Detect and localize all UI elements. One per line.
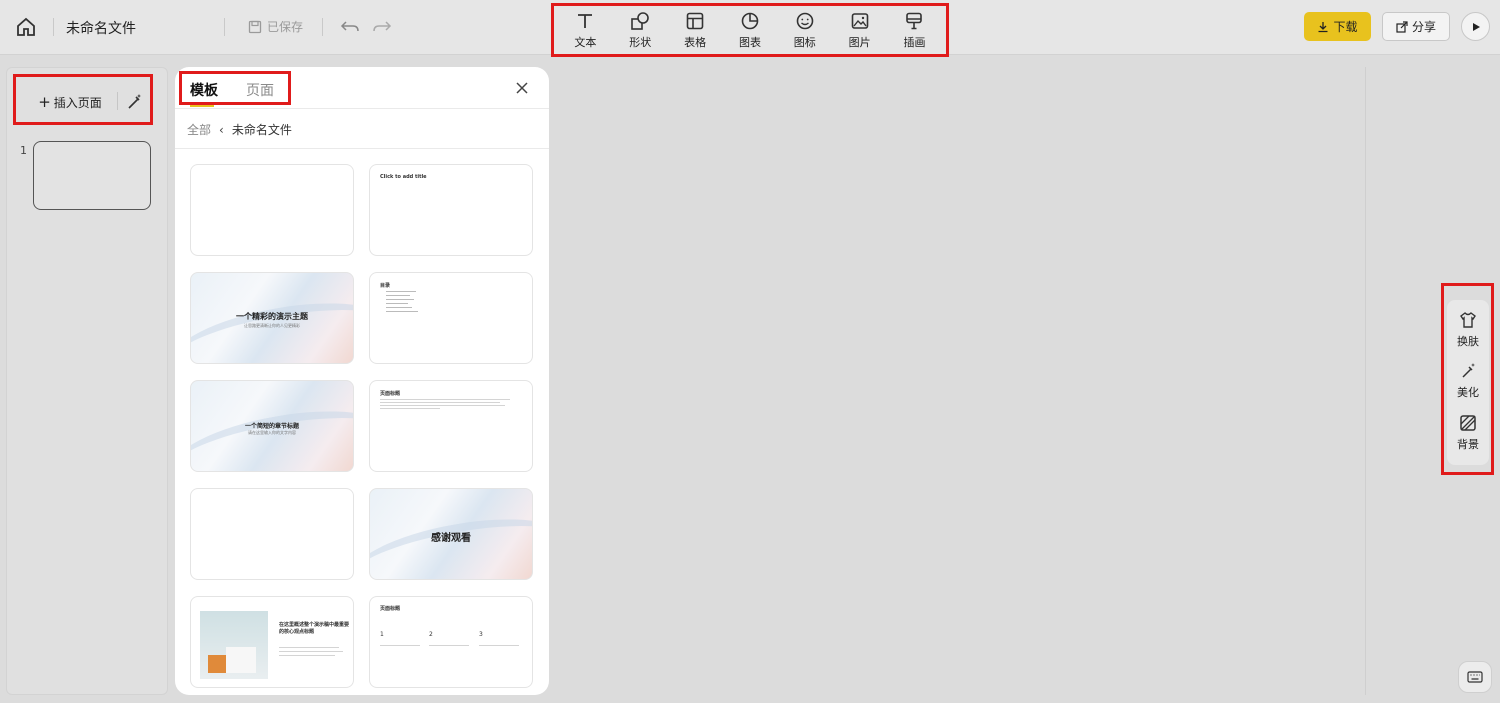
redo-icon[interactable] [372,15,392,37]
shape-icon [631,11,650,30]
shape-tool-button[interactable]: 形状 [616,11,664,50]
card-title: Click to add title [380,174,427,180]
tool-label: 表格 [684,35,707,49]
card-title: 一个简短的章节标题 [244,423,299,430]
beautify-button[interactable]: 美化 [1447,362,1489,400]
card-title: 页面标题 [380,391,401,397]
chart-icon [741,12,759,29]
keyboard-icon [1467,671,1483,683]
background-icon [1460,415,1476,431]
canvas-edge [1365,67,1366,695]
insert-toolbar: 文本 形状 表格 图表 图标 图片 插画 [551,3,949,57]
divider [175,148,549,149]
illustration-tool-button[interactable]: 插画 [890,11,938,50]
share-button[interactable]: 分享 [1382,12,1450,41]
card-title: 页面标题 [380,606,401,612]
text-icon [578,13,593,28]
insert-page-button[interactable]: + 插入页面 [25,88,115,116]
icon-tool-button[interactable]: 图标 [781,11,829,50]
illustration-icon [906,12,923,29]
card-title: 一个精彩的演示主题 [236,312,308,321]
breadcrumb: 全部 ‹ 未命名文件 [187,121,292,138]
template-card-content[interactable]: 页面标题 [369,380,533,472]
theme-label: 换肤 [1457,335,1479,348]
home-icon[interactable] [14,16,38,38]
chart-tool-button[interactable]: 图表 [726,11,774,50]
divider [224,18,225,36]
beautify-label: 美化 [1457,386,1479,399]
table-icon [686,12,704,29]
breadcrumb-current: 未命名文件 [231,123,292,137]
undo-icon[interactable] [340,15,360,37]
template-card-section[interactable]: 一个简短的章节标题 请在这里输入你的文字内容 [190,380,354,472]
breadcrumb-root[interactable]: 全部 [187,121,211,138]
download-label: 下载 [1333,20,1358,34]
document-title[interactable]: 未命名文件 [66,18,136,38]
chevron-left-icon: ‹ [219,122,224,137]
card-title: 感谢观看 [431,533,471,544]
tab-templates[interactable]: 模板 [190,80,218,100]
keyboard-shortcuts-button[interactable] [1458,661,1492,693]
theme-button[interactable]: 换肤 [1447,311,1489,349]
tool-label: 文本 [574,35,597,49]
magic-wand-icon [1462,363,1475,378]
point-number: 1 [380,631,384,638]
active-tab-indicator [190,105,214,107]
close-icon[interactable] [514,80,530,96]
template-card-image[interactable]: 在这里概述整个演示稿中最重要的核心观点标题 [190,596,354,688]
divider [175,108,549,109]
tool-label: 形状 [629,35,652,49]
shirt-icon [1460,312,1476,328]
divider [53,18,54,36]
tool-label: 插画 [903,35,926,49]
emoji-icon [796,12,814,29]
play-icon [1472,22,1480,31]
template-card-blank[interactable] [190,488,354,580]
share-label: 分享 [1411,20,1436,34]
background-label: 背景 [1457,438,1479,451]
card-title: 目录 [380,283,391,289]
point-number: 3 [479,631,483,638]
template-card-blank[interactable] [190,164,354,256]
card-subtitle: 让思路更清晰让你的人见更精彩 [244,323,300,328]
image-tool-button[interactable]: 图片 [836,11,884,50]
save-status-label: 已保存 [267,20,304,34]
template-card-thanks[interactable]: 感谢观看 [369,488,533,580]
tool-label: 图表 [738,35,761,49]
template-card-three-points[interactable]: 页面标题 1 2 3 [369,596,533,688]
save-icon [248,20,262,33]
download-button[interactable]: 下载 [1304,12,1371,41]
photo-placeholder [200,611,268,679]
template-card-cover[interactable]: 一个精彩的演示主题 让思路更清晰让你的人见更精彩 [190,272,354,364]
download-icon [1318,21,1328,32]
tool-label: 图标 [793,35,816,49]
card-title: 在这里概述整个演示稿中最重要的核心观点标题 [279,622,350,635]
table-tool-button[interactable]: 表格 [671,11,719,50]
play-button[interactable] [1461,12,1490,41]
plus-icon: + [38,92,51,111]
text-tool-button[interactable]: 文本 [561,11,609,50]
background-button[interactable]: 背景 [1447,414,1489,452]
point-number: 2 [429,631,433,638]
save-status: 已保存 [248,18,303,35]
image-icon [851,12,868,29]
tool-label: 图片 [848,35,871,49]
magic-wand-icon[interactable] [124,92,144,112]
template-card-toc[interactable]: 目录 [369,272,533,364]
template-card-title[interactable]: Click to add title [369,164,533,256]
page-number: 1 [20,144,27,157]
card-subtitle: 请在这里输入你的文字内容 [248,430,296,435]
share-icon [1396,20,1408,33]
divider [322,18,323,36]
insert-page-label: 插入页面 [53,95,102,110]
tab-pages[interactable]: 页面 [246,80,274,100]
divider [117,92,118,110]
page-thumbnail[interactable] [33,141,151,210]
